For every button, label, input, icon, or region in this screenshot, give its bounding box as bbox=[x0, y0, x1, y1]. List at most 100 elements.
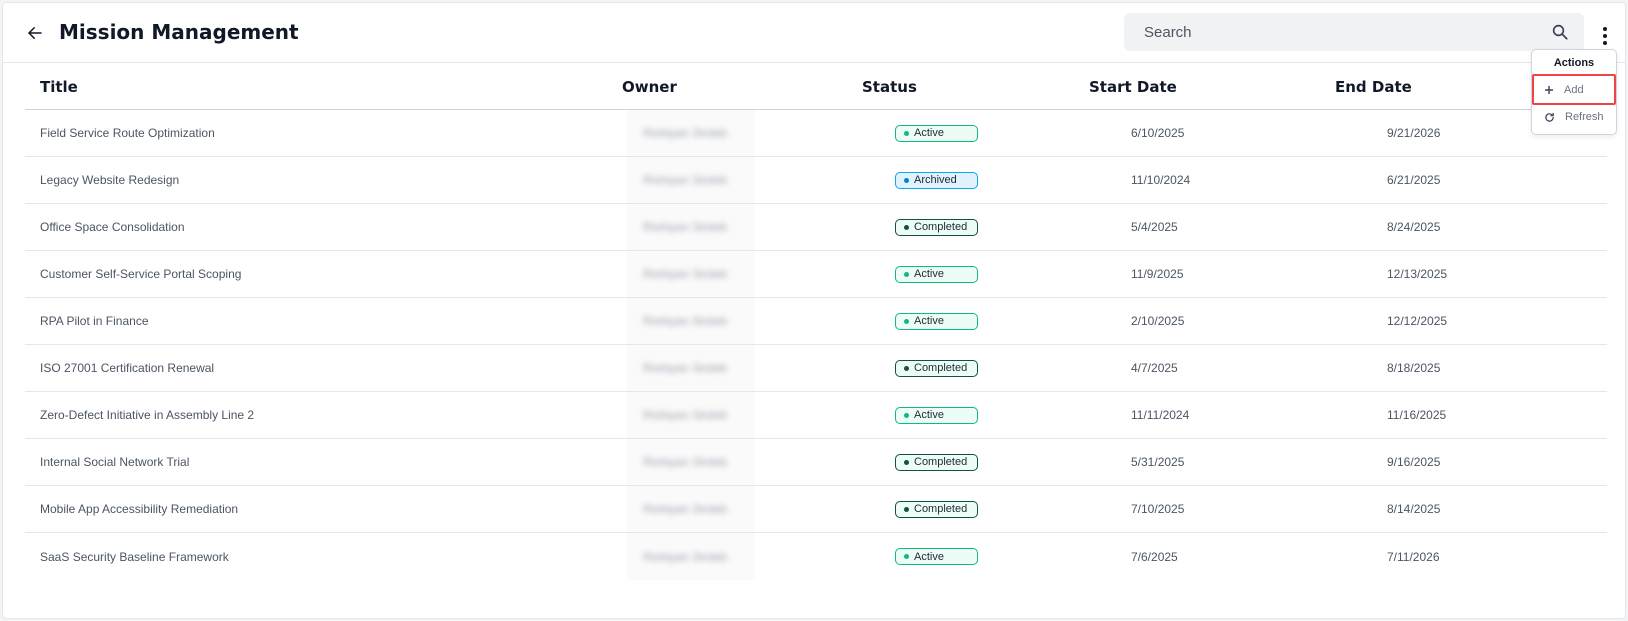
cell-end-date: 8/24/2025 bbox=[1387, 204, 1440, 250]
cell-end-date: 8/18/2025 bbox=[1387, 345, 1440, 391]
status-label: Active bbox=[914, 315, 944, 327]
status-badge: Active bbox=[895, 265, 978, 283]
cell-title: Office Space Consolidation bbox=[40, 204, 185, 250]
add-menu-label: Add bbox=[1564, 83, 1584, 96]
cell-status: Active bbox=[895, 298, 978, 344]
end-date: 11/16/2025 bbox=[1387, 408, 1447, 422]
start-date: 11/11/2024 bbox=[1131, 408, 1190, 422]
cell-title: RPA Pilot in Finance bbox=[40, 298, 149, 344]
end-date: 8/24/2025 bbox=[1387, 220, 1441, 234]
owner-name: Rishiyan Sirdeb bbox=[643, 173, 728, 187]
cell-title: Field Service Route Optimization bbox=[40, 110, 215, 156]
column-header-status[interactable]: Status bbox=[862, 78, 917, 96]
column-header-owner[interactable]: Owner bbox=[622, 78, 677, 96]
status-label: Active bbox=[914, 127, 944, 139]
table-row[interactable]: Customer Self-Service Portal Scoping Rish… bbox=[25, 251, 1607, 298]
column-header-start-date[interactable]: Start Date bbox=[1089, 78, 1177, 96]
table-row[interactable]: Field Service Route Optimization Rishiyan… bbox=[25, 110, 1607, 157]
status-badge: Active bbox=[895, 406, 978, 424]
cell-owner: Rishiyan Sirdeb bbox=[627, 533, 755, 580]
plus-icon bbox=[1545, 85, 1553, 94]
cell-start-date: 2/10/2025 bbox=[1131, 298, 1184, 344]
owner-name: Rishiyan Sirdeb bbox=[643, 126, 728, 140]
table-row[interactable]: RPA Pilot in Finance Rishiyan Sirdeb Activ… bbox=[25, 298, 1607, 345]
cell-owner: Rishiyan Sirdeb bbox=[627, 392, 755, 438]
add-menu-item[interactable]: Add bbox=[1532, 74, 1616, 105]
start-date: 4/7/2025 bbox=[1131, 361, 1178, 375]
app-frame: Mission Management Title Owner Status St… bbox=[2, 2, 1626, 619]
status-badge: Active bbox=[895, 548, 978, 565]
mission-title: ISO 27001 Certification Renewal bbox=[40, 361, 215, 375]
owner-name: Rishiyan Sirdeb bbox=[643, 549, 728, 564]
cell-start-date: 5/4/2025 bbox=[1131, 204, 1178, 250]
more-vertical-icon[interactable] bbox=[1595, 23, 1615, 49]
cell-end-date: 6/21/2025 bbox=[1387, 157, 1440, 203]
status-badge: Active bbox=[895, 312, 978, 330]
cell-end-date: 9/16/2025 bbox=[1387, 439, 1440, 485]
end-date: 12/12/2025 bbox=[1387, 314, 1448, 328]
owner-name: Rishiyan Sirdeb bbox=[643, 267, 728, 281]
cell-end-date: 9/21/2026 bbox=[1387, 110, 1440, 156]
table-row[interactable]: Internal Social Network Trial Rishiyan Si… bbox=[25, 439, 1607, 486]
status-label: Active bbox=[914, 268, 944, 280]
search-icon[interactable] bbox=[1550, 22, 1570, 42]
mission-title: Internal Social Network Trial bbox=[40, 455, 190, 469]
mission-title: Office Space Consolidation bbox=[40, 220, 185, 234]
cell-title: Internal Social Network Trial bbox=[40, 439, 189, 485]
cell-status: Completed bbox=[895, 204, 978, 250]
table-row[interactable]: Mobile App Accessibility Remediation Rish… bbox=[25, 486, 1607, 533]
back-button[interactable] bbox=[23, 21, 47, 45]
cell-owner: Rishiyan Sirdeb bbox=[627, 110, 755, 156]
table-row[interactable]: Office Space Consolidation Rishiyan Sirde… bbox=[25, 204, 1607, 251]
status-label: Archived bbox=[914, 174, 957, 186]
cell-end-date: 12/12/2025 bbox=[1387, 298, 1447, 344]
start-date: 11/10/2024 bbox=[1131, 173, 1191, 187]
cell-end-date: 11/16/2025 bbox=[1387, 392, 1446, 438]
missions-table: Title Owner Status Start Date End Date F… bbox=[25, 63, 1607, 580]
mission-title: RPA Pilot in Finance bbox=[40, 314, 149, 328]
status-label: Active bbox=[914, 550, 944, 563]
cell-title: SaaS Security Baseline Framework bbox=[40, 533, 229, 580]
cell-status: Completed bbox=[895, 439, 978, 485]
start-date: 5/31/2025 bbox=[1131, 455, 1185, 469]
search-bar bbox=[1124, 13, 1584, 51]
start-date: 6/10/2025 bbox=[1131, 126, 1185, 140]
cell-owner: Rishiyan Sirdeb bbox=[627, 204, 755, 250]
mission-title: Zero-Defect Initiative in Assembly Line … bbox=[40, 408, 255, 422]
owner-name: Rishiyan Sirdeb bbox=[643, 455, 728, 469]
cell-owner: Rishiyan Sirdeb bbox=[627, 345, 755, 391]
owner-name: Rishiyan Sirdeb bbox=[643, 361, 728, 375]
cell-end-date: 8/14/2025 bbox=[1387, 486, 1440, 532]
search-input[interactable] bbox=[1144, 23, 1550, 41]
end-date: 9/16/2025 bbox=[1387, 455, 1441, 469]
cell-title: Zero-Defect Initiative in Assembly Line … bbox=[40, 392, 254, 438]
status-dot bbox=[904, 318, 909, 324]
cell-status: Active bbox=[895, 392, 978, 438]
cell-end-date: 12/13/2025 bbox=[1387, 251, 1447, 297]
table-row[interactable]: ISO 27001 Certification Renewal Rishiyan … bbox=[25, 345, 1607, 392]
cell-status: Completed bbox=[895, 486, 978, 532]
table-row[interactable]: SaaS Security Baseline Framework Rishiyan… bbox=[25, 533, 1607, 580]
end-date: 9/21/2026 bbox=[1387, 126, 1441, 140]
status-dot bbox=[904, 177, 909, 183]
status-label: Completed bbox=[914, 362, 968, 374]
actions-menu-title: Actions bbox=[1553, 57, 1595, 69]
owner-name: Rishiyan Sirdeb bbox=[643, 408, 728, 422]
refresh-menu-item[interactable]: Refresh bbox=[1532, 104, 1616, 130]
column-header-end-date[interactable]: End Date bbox=[1335, 78, 1412, 96]
table-row[interactable]: Zero-Defect Initiative in Assembly Line … bbox=[25, 392, 1607, 439]
status-dot bbox=[904, 365, 909, 371]
end-date: 12/13/2025 bbox=[1387, 267, 1448, 281]
owner-name: Rishiyan Sirdeb bbox=[643, 220, 728, 234]
cell-start-date: 11/10/2024 bbox=[1131, 157, 1190, 203]
table-row[interactable]: Legacy Website Redesign Rishiyan Sirdeb Ar… bbox=[25, 157, 1607, 204]
column-header-title[interactable]: Title bbox=[40, 78, 78, 96]
cell-owner: Rishiyan Sirdeb bbox=[627, 157, 755, 203]
cell-status: Active bbox=[895, 251, 978, 297]
owner-name: Rishiyan Sirdeb bbox=[643, 314, 728, 328]
cell-title: Mobile App Accessibility Remediation bbox=[40, 486, 238, 532]
cell-start-date: 11/11/2024 bbox=[1131, 392, 1189, 438]
cell-start-date: 7/10/2025 bbox=[1131, 486, 1184, 532]
cell-status: Active bbox=[895, 110, 978, 156]
table-body: Field Service Route Optimization Rishiyan… bbox=[25, 110, 1607, 580]
